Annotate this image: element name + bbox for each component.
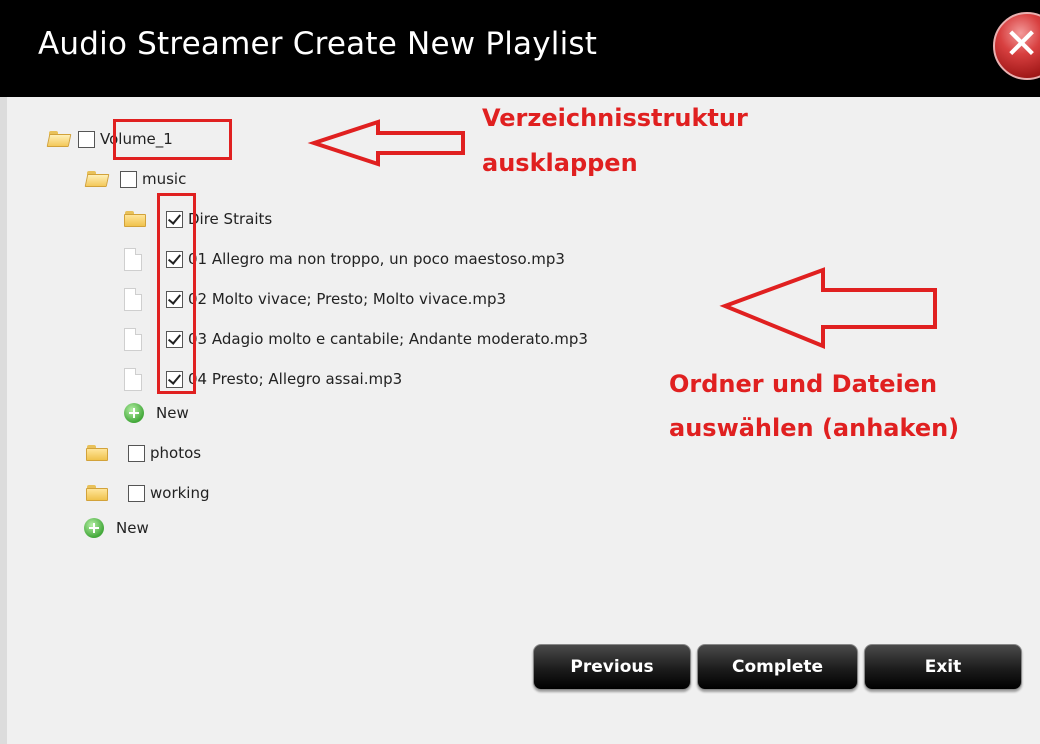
file-icon [124,287,142,311]
tree-label-new-outer: New [116,519,149,537]
tree-node-dire-straits[interactable]: Dire Straits [124,206,272,232]
file-icon [124,327,142,351]
tree-node-photos[interactable]: photos [86,440,201,466]
annotation-select-line1: Ordner und Dateien [669,370,938,398]
tree-new-inner[interactable]: New [124,400,189,426]
playlist-dialog: Audio Streamer Create New Playlist ✕ Vol… [0,0,1040,744]
tree-label-working: working [150,484,210,502]
tree-label-file-3: 03 Adagio molto e cantabile; Andante mod… [188,330,588,348]
left-arrow-icon [307,119,465,167]
checkbox-volume[interactable] [78,130,95,148]
tree-label-photos: photos [150,444,202,462]
close-button[interactable]: ✕ [993,12,1040,80]
annotation-expand-line2: ausklappen [482,149,638,177]
dialog-title: Audio Streamer Create New Playlist [38,26,598,62]
folder-icon[interactable] [124,211,146,227]
tree-node-working[interactable]: working [86,480,210,506]
tree-label-new-inner: New [156,404,189,422]
close-icon: ✕ [1004,19,1040,68]
file-icon [124,247,142,271]
left-border [0,97,7,744]
tree-label-music: music [142,170,187,188]
previous-button[interactable]: Previous [533,644,691,690]
file-icon [124,367,142,391]
add-plus-icon[interactable] [124,403,144,423]
tree-node-music[interactable]: music [84,166,187,192]
checkbox-music[interactable] [120,170,137,188]
folder-icon[interactable] [86,485,108,501]
add-plus-icon[interactable] [84,518,104,538]
tree-label-file-2: 02 Molto vivace; Presto; Molto vivace.mp… [188,290,507,308]
annotation-expand-line1: Verzeichnisstruktur [482,104,748,132]
tree-new-outer[interactable]: New [84,515,149,541]
highlight-box-volume [113,119,232,160]
tree-label-file-1: 01 Allegro ma non troppo, un poco maesto… [188,250,565,268]
checkbox-photos[interactable] [128,444,145,462]
tree-label-dire-straits: Dire Straits [188,210,273,228]
folder-open-icon[interactable] [84,171,110,187]
left-arrow-icon [719,267,937,349]
folder-open-icon[interactable] [46,131,72,147]
exit-button[interactable]: Exit [864,644,1022,690]
complete-button[interactable]: Complete [697,644,858,690]
highlight-box-checkboxes [157,193,196,394]
tree-label-file-4: 04 Presto; Allegro assai.mp3 [188,370,403,388]
title-bar: Audio Streamer Create New Playlist ✕ [0,0,1040,97]
checkbox-working[interactable] [128,484,145,502]
folder-icon[interactable] [86,445,108,461]
annotation-select-line2: auswählen (anhaken) [669,414,960,442]
